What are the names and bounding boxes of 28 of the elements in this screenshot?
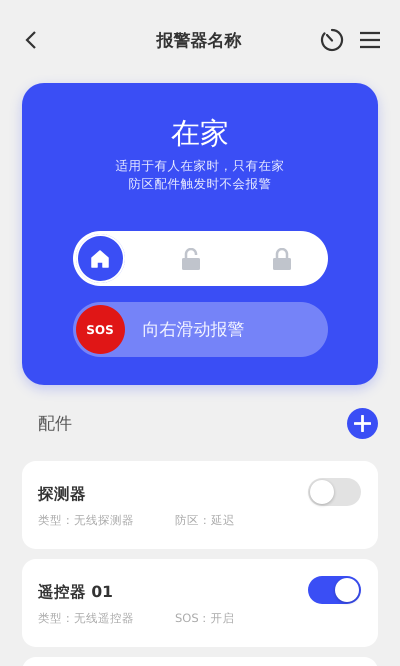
slider-knob[interactable] — [76, 234, 124, 283]
plus-icon — [354, 414, 371, 432]
back-button[interactable] — [24, 30, 38, 50]
padlock-icon — [273, 248, 291, 270]
mode-slider[interactable] — [72, 231, 328, 286]
timer-button[interactable] — [320, 28, 344, 52]
accessory-detail: 防区：延迟 — [175, 513, 236, 529]
mode-title: 在家 — [171, 115, 229, 151]
accessory-card[interactable]: 探测器 类型：无线探测器 防区：延迟 — [22, 461, 378, 549]
sos-slider[interactable]: SOS 向右滑动报警 — [72, 302, 328, 357]
accessory-type: 类型：无线探测器 — [38, 513, 135, 529]
toggle-switch[interactable] — [308, 576, 361, 604]
accessory-name: 探测器 — [38, 484, 87, 504]
toggle-switch[interactable] — [308, 478, 361, 506]
mode-description: 适用于有人在家时，只有在家 — [116, 157, 284, 175]
add-button[interactable] — [347, 408, 378, 438]
slide-hint: 向右滑动报警 — [142, 319, 244, 341]
accessory-detail: SOS：开启 — [175, 611, 236, 627]
accessory-name: 遥控器 01 — [38, 582, 114, 602]
section-title: 配件 — [38, 412, 72, 434]
home-icon — [91, 250, 109, 268]
accessory-type: 类型：无线遥控器 — [38, 611, 135, 627]
page-title: 报警器名称 — [155, 30, 242, 52]
sos-knob[interactable]: SOS — [76, 305, 124, 354]
mode-description: 防区配件触发时不会报警 — [128, 175, 272, 193]
unlocked-padlock-icon — [182, 248, 200, 270]
accessory-card[interactable]: 遥控器 01 类型：无线遥控器 SOS：开启 — [22, 559, 378, 647]
menu-button[interactable] — [360, 31, 380, 49]
